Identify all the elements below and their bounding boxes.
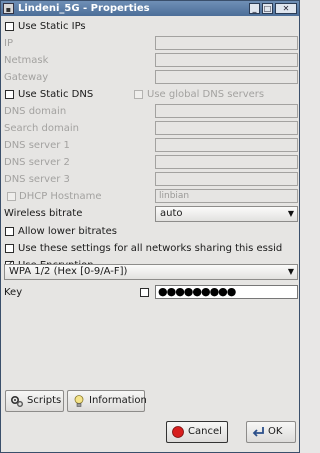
dhcp-hostname-row: DHCP Hostname linbian xyxy=(1,188,299,205)
window-title: Lindeni_5G - Properties xyxy=(18,3,150,14)
maximize-button[interactable]: □ xyxy=(262,3,273,14)
global-dns-label: Use global DNS servers xyxy=(147,89,265,100)
title-bar[interactable]: ▪ Lindeni_5G - Properties _ □ ✕ xyxy=(1,1,299,16)
ip-row: IP xyxy=(1,35,299,52)
minimize-button[interactable]: _ xyxy=(249,3,260,14)
static-ips-row: Use Static IPs xyxy=(1,18,299,35)
same-essid-checkbox[interactable] xyxy=(5,244,14,253)
dhcp-hostname-input[interactable]: linbian xyxy=(155,189,298,203)
global-dns-checkbox[interactable] xyxy=(134,90,143,99)
dns-server-2-input[interactable] xyxy=(155,155,298,169)
bitrate-value: auto xyxy=(160,208,183,219)
static-dns-label: Use Static DNS xyxy=(18,89,94,100)
dns-domain-label: DNS domain xyxy=(4,106,67,117)
chevron-down-icon: ▼ xyxy=(287,267,294,276)
dhcp-hostname-label: DHCP Hostname xyxy=(19,191,102,202)
same-essid-row: Use these settings for all networks shar… xyxy=(1,240,299,257)
chevron-down-icon: ▼ xyxy=(287,209,294,218)
gateway-label: Gateway xyxy=(4,72,49,83)
dns-server-3-label: DNS server 3 xyxy=(4,174,70,185)
cancel-label: Cancel xyxy=(188,426,222,437)
bitrate-label: Wireless bitrate xyxy=(4,208,83,219)
properties-window: ▪ Lindeni_5G - Properties _ □ ✕ Use Stat… xyxy=(0,0,300,453)
dns-domain-row: DNS domain xyxy=(1,103,299,120)
scripts-label: Scripts xyxy=(27,395,62,406)
gateway-input[interactable] xyxy=(155,70,298,84)
static-dns-checkbox[interactable] xyxy=(5,90,14,99)
app-icon: ▪ xyxy=(3,3,14,14)
dns-server-2-label: DNS server 2 xyxy=(4,157,70,168)
key-label: Key xyxy=(4,287,23,298)
dns-server-3-row: DNS server 3 xyxy=(1,171,299,188)
information-label: Information xyxy=(89,395,147,406)
search-domain-row: Search domain xyxy=(1,120,299,137)
cancel-button[interactable]: Cancel xyxy=(166,421,228,443)
netmask-row: Netmask xyxy=(1,52,299,69)
key-input[interactable]: ●●●●●●●●● xyxy=(155,285,298,299)
gears-icon xyxy=(10,395,23,407)
stop-icon xyxy=(172,426,184,438)
bitrate-select[interactable]: auto ▼ xyxy=(155,206,298,222)
allow-lower-checkbox[interactable] xyxy=(5,227,14,236)
scripts-button[interactable]: Scripts xyxy=(5,390,64,412)
allow-lower-row: Allow lower bitrates xyxy=(1,223,299,240)
bitrate-row: Wireless bitrate auto ▼ xyxy=(1,205,299,223)
encryption-type-value: WPA 1/2 (Hex [0-9/A-F]) xyxy=(9,266,128,277)
dns-server-1-input[interactable] xyxy=(155,138,298,152)
allow-lower-label: Allow lower bitrates xyxy=(18,226,117,237)
encryption-type-select[interactable]: WPA 1/2 (Hex [0-9/A-F]) ▼ xyxy=(4,264,298,280)
ok-arrow-icon xyxy=(252,427,264,437)
ip-label: IP xyxy=(4,38,13,49)
dns-server-1-row: DNS server 1 xyxy=(1,137,299,154)
show-key-checkbox[interactable] xyxy=(140,288,149,297)
search-domain-input[interactable] xyxy=(155,121,298,135)
ok-label: OK xyxy=(268,426,283,437)
gateway-row: Gateway xyxy=(1,69,299,86)
static-ips-label: Use Static IPs xyxy=(18,21,86,32)
close-button[interactable]: ✕ xyxy=(275,3,297,14)
static-ips-checkbox[interactable] xyxy=(5,22,14,31)
dns-server-3-input[interactable] xyxy=(155,172,298,186)
netmask-label: Netmask xyxy=(4,55,49,66)
lightbulb-icon xyxy=(74,395,84,407)
ip-input[interactable] xyxy=(155,36,298,50)
same-essid-label: Use these settings for all networks shar… xyxy=(18,243,283,254)
information-button[interactable]: Information xyxy=(67,390,147,412)
netmask-input[interactable] xyxy=(155,53,298,67)
static-dns-row: Use Static DNS Use global DNS servers xyxy=(1,86,299,103)
dns-server-1-label: DNS server 1 xyxy=(4,140,70,151)
dhcp-hostname-checkbox[interactable] xyxy=(7,192,16,201)
search-domain-label: Search domain xyxy=(4,123,79,134)
ok-button[interactable]: OK xyxy=(246,421,296,443)
dns-server-2-row: DNS server 2 xyxy=(1,154,299,171)
dns-domain-input[interactable] xyxy=(155,104,298,118)
